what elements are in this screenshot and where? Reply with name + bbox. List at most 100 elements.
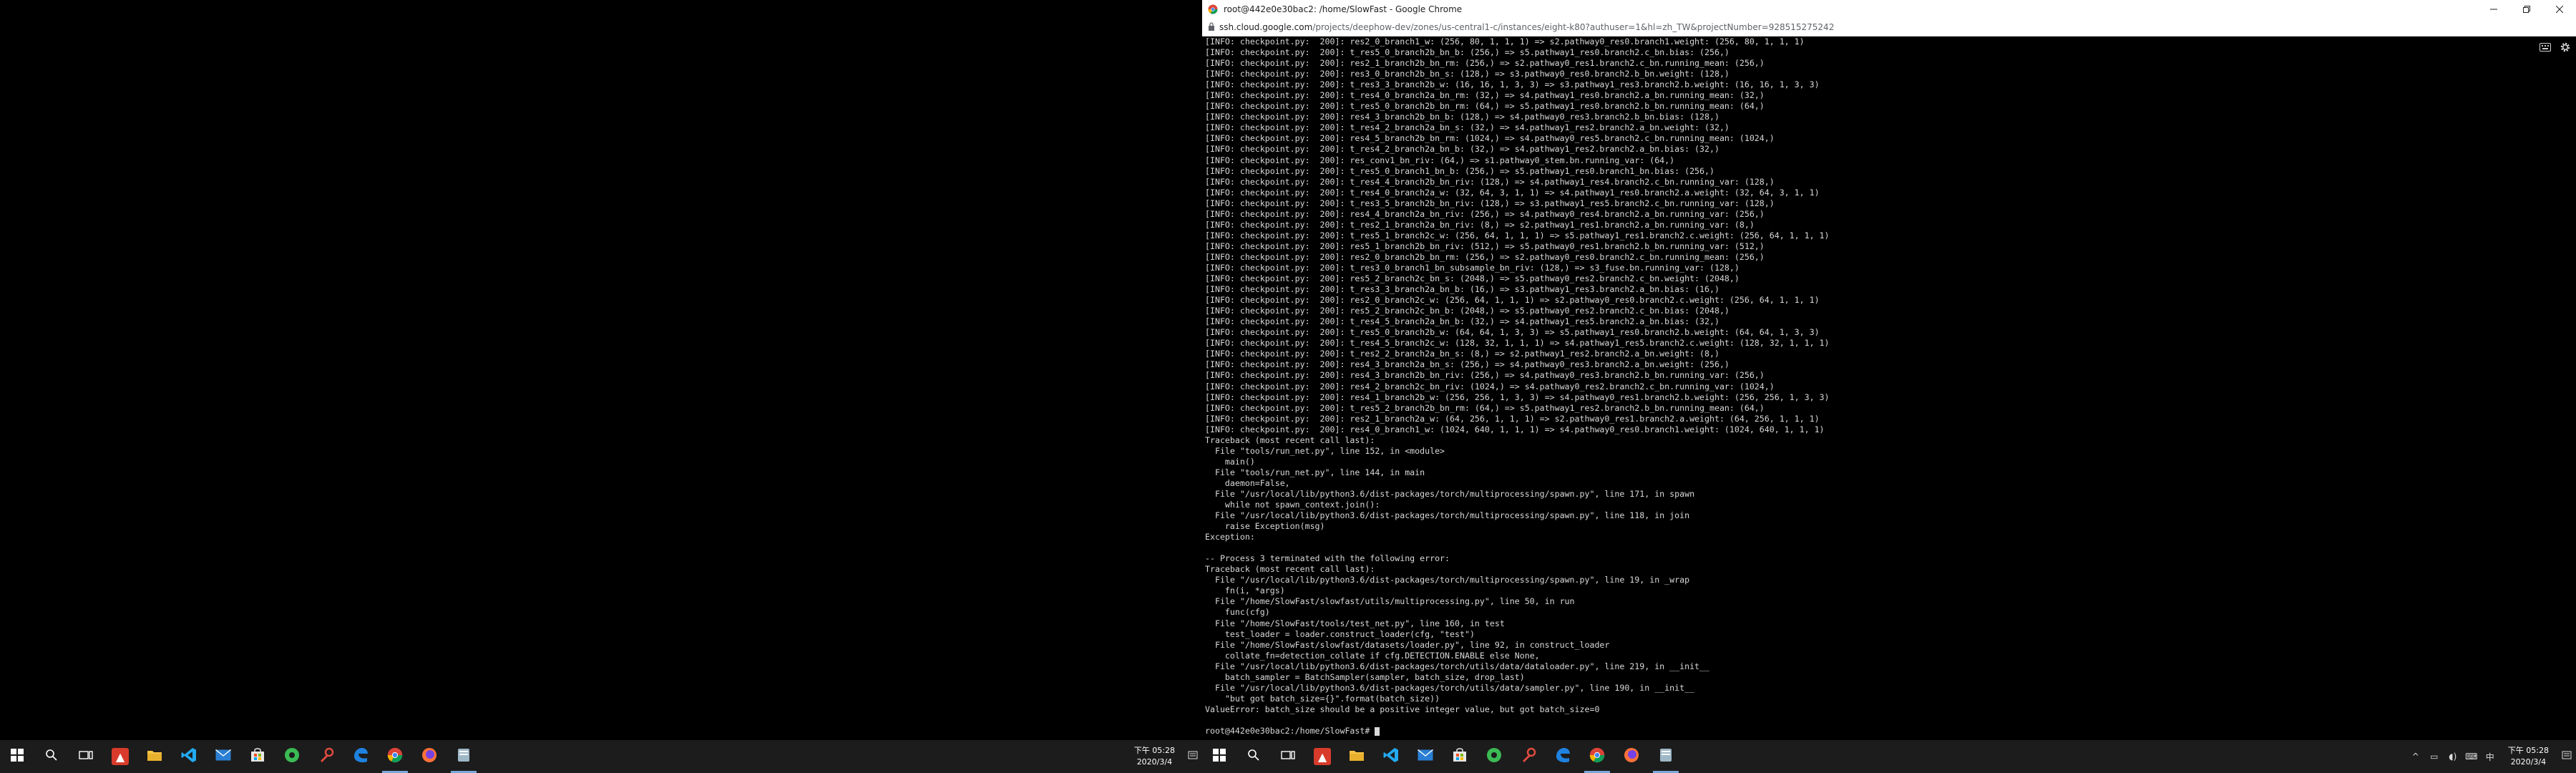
terminal-line: [INFO: checkpoint.py: 200]: res2_1_branc… [1205, 58, 1765, 69]
taskbar-file-explorer-button[interactable] [137, 740, 172, 773]
terminal-line: ValueError: batch_size should be a posit… [1205, 704, 1600, 714]
keyboard-layout-icon[interactable]: ⌨ [2464, 752, 2479, 762]
taskbar-vscode-button[interactable] [172, 740, 206, 773]
taskbar-app-red-button[interactable]: ▲ [103, 740, 137, 773]
taskbar-app-window-button[interactable] [447, 740, 481, 773]
keyboard-button[interactable] [2539, 41, 2552, 54]
taskbar-edge-button[interactable] [1546, 740, 1580, 773]
minimize-button[interactable] [2477, 0, 2510, 19]
terminal-line: [INFO: checkpoint.py: 200]: t_res5_0_bra… [1205, 101, 1765, 112]
notification-icon[interactable] [2560, 751, 2574, 763]
terminal-line: [INFO: checkpoint.py: 200]: res4_1_branc… [1205, 392, 1830, 402]
url-host: ssh.cloud.google.com [1219, 22, 1313, 32]
taskbar-start-button[interactable] [1202, 740, 1236, 773]
taskbar-store-button[interactable] [1443, 740, 1477, 773]
chrome-icon [1589, 747, 1605, 766]
terminal-line: File "tools/run_net.py", line 152, in <m… [1205, 445, 1445, 456]
title-bar[interactable]: root@442e0e30bac2: /home/SlowFast - Goog… [1202, 0, 2576, 19]
terminal-line: daemon=False, [1205, 477, 1290, 488]
input-method-icon[interactable]: 中 [2483, 751, 2497, 763]
taskbar-app-green-button[interactable] [1477, 740, 1511, 773]
taskbar-app-red-button[interactable]: ▲ [1305, 740, 1340, 773]
terminal-line: [INFO: checkpoint.py: 200]: t_res4_2_bra… [1205, 122, 1729, 133]
store-icon [250, 748, 265, 765]
chevron-up-icon[interactable]: ^ [2409, 752, 2423, 762]
maximize-button[interactable] [2510, 0, 2543, 19]
taskbar-store-button[interactable] [240, 740, 275, 773]
terminal-line: main() [1205, 456, 1255, 467]
taskbar-vscode-button[interactable] [1374, 740, 1408, 773]
taskbar-chrome-button[interactable] [378, 740, 412, 773]
terminal-line: "but got batch_size={}".format(batch_siz… [1205, 693, 1440, 704]
taskbar-app-tool-button[interactable] [1511, 740, 1546, 773]
gear-icon [2560, 42, 2570, 52]
terminal-line: File "/usr/local/lib/python3.6/dist-pack… [1205, 510, 1690, 521]
terminal[interactable]: [INFO: checkpoint.py: 200]: res2_0_branc… [1202, 37, 2576, 740]
minimize-icon [2490, 9, 2497, 10]
terminal-line: File "/home/SlowFast/slowfast/datasets/l… [1205, 639, 1610, 650]
taskbar-app-tool-button[interactable] [309, 740, 343, 773]
file-explorer-icon [1349, 749, 1365, 764]
terminal-line: File "/usr/local/lib/python3.6/dist-pack… [1205, 488, 1695, 499]
terminal-line: File "/usr/local/lib/python3.6/dist-pack… [1205, 682, 1695, 693]
window-title: root@442e0e30bac2: /home/SlowFast - Goog… [1224, 4, 1463, 14]
app-window-icon [1658, 747, 1674, 766]
taskbar-clock[interactable]: 下午 05:28 2020/3/4 [1126, 745, 1184, 768]
terminal-line: [INFO: checkpoint.py: 200]: t_res2_1_bra… [1205, 219, 1755, 230]
taskbar-chrome-button[interactable] [1580, 740, 1614, 773]
terminal-line: File "/home/SlowFast/tools/test_net.py",… [1205, 618, 1505, 628]
terminal-line: File "/usr/local/lib/python3.6/dist-pack… [1205, 575, 1690, 585]
terminal-line: func(cfg) [1205, 607, 1270, 618]
taskbar-mail-button[interactable] [206, 740, 240, 773]
taskbar-edge-button[interactable] [343, 740, 378, 773]
terminal-line: [INFO: checkpoint.py: 200]: t_res2_2_bra… [1205, 349, 1719, 359]
search-icon [45, 749, 58, 764]
mail-icon [215, 749, 231, 764]
terminal-line: [INFO: checkpoint.py: 200]: res2_1_branc… [1205, 413, 1820, 424]
terminal-line: [INFO: checkpoint.py: 200]: t_res5_1_bra… [1205, 230, 1830, 240]
notification-icon[interactable] [1186, 751, 1200, 763]
settings-button[interactable] [2559, 41, 2572, 54]
keyboard-icon [2540, 43, 2551, 52]
app-red-icon: ▲ [112, 748, 129, 765]
terminal-line: [INFO: checkpoint.py: 200]: t_res4_0_bra… [1205, 187, 1820, 198]
close-button[interactable] [2543, 0, 2576, 19]
vscode-icon [1383, 747, 1399, 766]
taskbar-mail-button[interactable] [1408, 740, 1443, 773]
start-icon [11, 749, 24, 764]
taskbar-search-button[interactable] [1236, 740, 1271, 773]
file-explorer-icon [147, 749, 162, 764]
terminal-line: [INFO: checkpoint.py: 200]: res4_3_branc… [1205, 359, 1729, 370]
taskbar-left: ▲ 下午 05:28 2020/3/4 [0, 740, 1202, 773]
taskbar-app-window-button[interactable] [1649, 740, 1683, 773]
start-icon [1213, 749, 1226, 764]
clock-date: 2020/3/4 [2510, 757, 2547, 767]
terminal-line: fn(i, *args) [1205, 585, 1285, 596]
taskbar-task-view-button[interactable] [1271, 740, 1305, 773]
terminal-line: [INFO: checkpoint.py: 200]: res4_4_branc… [1205, 208, 1765, 219]
taskbar-file-explorer-button[interactable] [1340, 740, 1374, 773]
terminal-line: while not spawn_context.join(): [1205, 500, 1380, 510]
terminal-line: [INFO: checkpoint.py: 200]: res4_3_branc… [1205, 112, 1719, 122]
app-tool-icon [1521, 747, 1536, 766]
terminal-line: [INFO: checkpoint.py: 200]: res2_0_branc… [1205, 37, 1805, 47]
taskbar-task-view-button[interactable] [69, 740, 103, 773]
terminal-prompt-line[interactable]: root@442e0e30bac2:/home/SlowFast# [1205, 726, 2576, 736]
taskbar-clock[interactable]: 下午 05:28 2020/3/4 [2499, 745, 2557, 768]
address-bar[interactable]: ssh.cloud.google.com/projects/deephow-de… [1202, 19, 2576, 37]
clock-date: 2020/3/4 [1136, 757, 1173, 767]
terminal-cursor [1375, 726, 1380, 736]
close-icon [2556, 6, 2563, 13]
network-icon[interactable]: ▭ [2427, 752, 2441, 762]
terminal-line: [INFO: checkpoint.py: 200]: res5_2_branc… [1205, 306, 1729, 316]
taskbar-firefox-button[interactable] [1614, 740, 1649, 773]
taskbar-start-button[interactable] [0, 740, 34, 773]
taskbar-app-green-button[interactable] [275, 740, 309, 773]
volume-icon[interactable]: ◖) [2446, 752, 2460, 762]
app-window-icon [456, 747, 472, 766]
terminal-line: [INFO: checkpoint.py: 200]: res4_0_branc… [1205, 424, 1825, 434]
taskbar-search-button[interactable] [34, 740, 69, 773]
terminal-line: [INFO: checkpoint.py: 200]: t_res3_0_bra… [1205, 262, 1740, 273]
taskbar-firefox-button[interactable] [412, 740, 447, 773]
terminal-line: [INFO: checkpoint.py: 200]: res4_3_branc… [1205, 370, 1765, 381]
